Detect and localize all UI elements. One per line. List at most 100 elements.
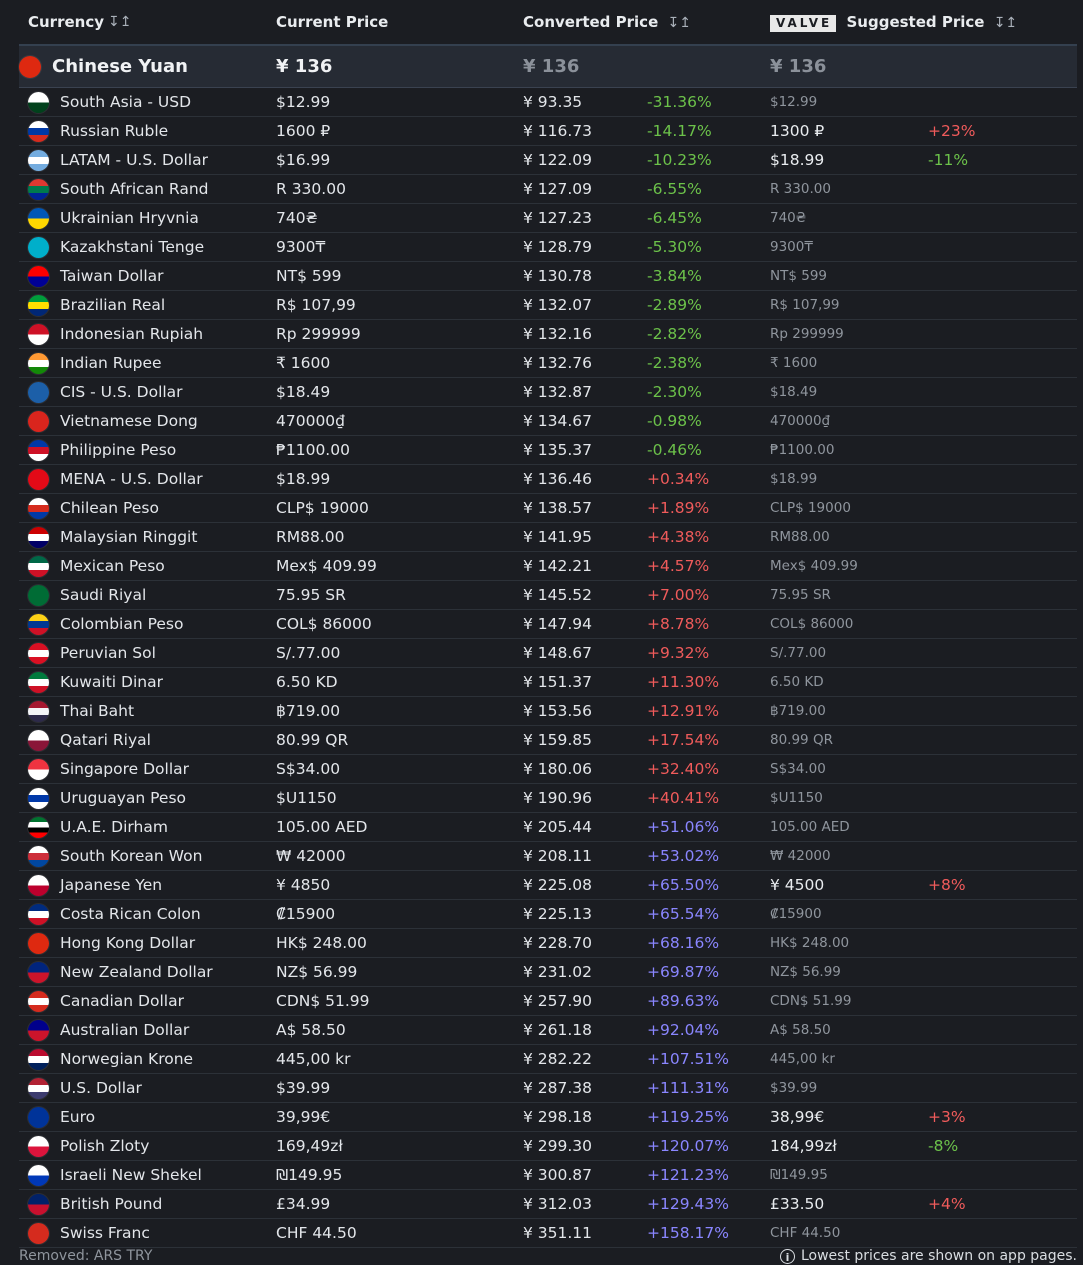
- converted-price: ¥ 128.79: [523, 238, 593, 256]
- price-diff: +119.25%: [647, 1108, 729, 1126]
- current-price-header-label: Current Price: [276, 13, 389, 31]
- suggested-diff: -11%: [928, 151, 969, 169]
- converted-price: ¥ 148.67: [523, 644, 593, 662]
- currency-cell: Uruguayan Peso: [19, 787, 276, 809]
- chile-flag-icon: [28, 497, 49, 519]
- converted-price: ¥ 153.56: [523, 702, 593, 720]
- currency-name: U.S. Dollar: [60, 1079, 142, 1097]
- current-price: ₹ 1600: [276, 354, 331, 372]
- price-diff: +68.16%: [647, 934, 720, 952]
- converted-price: ¥ 351.11: [523, 1224, 593, 1242]
- table-header: Currency ↧↥ Current Price Converted Pric…: [19, 0, 1077, 46]
- suggested-price: 1300 ₽: [770, 122, 825, 140]
- converted-price: ¥ 287.38: [523, 1079, 593, 1097]
- converted-price: ¥ 190.96: [523, 789, 593, 807]
- converted-price: ¥ 159.85: [523, 731, 593, 749]
- currency-cell: British Pound: [19, 1193, 276, 1215]
- malaysia-flag-icon: [28, 526, 49, 548]
- currency-name: South African Rand: [60, 180, 209, 198]
- currency-cell: Israeli New Shekel: [19, 1164, 276, 1186]
- currency-cell: Qatari Riyal: [19, 729, 276, 751]
- suggested-price: ₹ 1600: [770, 355, 818, 371]
- table-row: Malaysian Ringgit RM88.00 ¥ 141.95 +4.38% RM…: [19, 523, 1077, 552]
- kuwait-flag-icon: [28, 671, 49, 693]
- currency-cell: Australian Dollar: [19, 1019, 276, 1041]
- currency-cell: MENA - U.S. Dollar: [19, 468, 276, 490]
- currency-column-header[interactable]: Currency ↧↥: [19, 13, 276, 31]
- sort-icon[interactable]: ↧↥: [994, 15, 1017, 31]
- current-price: ₡15900: [276, 905, 336, 923]
- price-diff: -2.89%: [647, 296, 702, 314]
- price-diff: -31.36%: [647, 93, 712, 111]
- table-row: Canadian Dollar CDN$ 51.99 ¥ 257.90 +89.63%…: [19, 987, 1077, 1016]
- table-row: Mexican Peso Mex$ 409.99 ¥ 142.21 +4.57% Mex…: [19, 552, 1077, 581]
- suggested-price: 105.00 AED: [770, 819, 850, 835]
- currency-name: Mexican Peso: [60, 557, 165, 575]
- current-price: $18.49: [276, 383, 331, 401]
- currency-name: Malaysian Ringgit: [60, 528, 198, 546]
- price-diff: -6.45%: [647, 209, 702, 227]
- currency-name: Ukrainian Hryvnia: [60, 209, 199, 227]
- price-diff: +158.17%: [647, 1224, 729, 1242]
- china-flag-icon: [19, 55, 41, 78]
- currency-cell: Peruvian Sol: [19, 642, 276, 664]
- currency-name: Russian Ruble: [60, 122, 169, 140]
- current-price: $16.99: [276, 151, 331, 169]
- current-price: ₪149.95: [276, 1166, 343, 1184]
- price-diff: +9.32%: [647, 644, 710, 662]
- suggested-price: $18.99: [770, 151, 825, 169]
- table-row: South African Rand R 330.00 ¥ 127.09 -6.55%…: [19, 175, 1077, 204]
- table-row: Israeli New Shekel ₪149.95 ¥ 300.87 +121.23…: [19, 1161, 1077, 1190]
- sort-icon[interactable]: ↧↥: [667, 15, 690, 31]
- price-diff: +32.40%: [647, 760, 720, 778]
- table-row: Uruguayan Peso $U1150 ¥ 190.96 +40.41% $U115…: [19, 784, 1077, 813]
- suggested-price-column-header[interactable]: VALVE Suggested Price ↧↥: [770, 13, 1077, 32]
- poland-flag-icon: [28, 1135, 49, 1157]
- israel-flag-icon: [28, 1164, 49, 1186]
- suggested-diff: +8%: [928, 876, 966, 894]
- converted-price: ¥ 127.23: [523, 209, 593, 227]
- converted-price: ¥ 231.02: [523, 963, 593, 981]
- table-row: New Zealand Dollar NZ$ 56.99 ¥ 231.02 +69.8…: [19, 958, 1077, 987]
- info-icon: i: [779, 1248, 795, 1264]
- table-row: Singapore Dollar S$34.00 ¥ 180.06 +32.40% S$…: [19, 755, 1077, 784]
- suggested-price: ¥ 4500: [770, 876, 825, 894]
- table-row: MENA - U.S. Dollar $18.99 ¥ 136.46 +0.34% $1…: [19, 465, 1077, 494]
- table-row: Hong Kong Dollar HK$ 248.00 ¥ 228.70 +68.16…: [19, 929, 1077, 958]
- converted-price: ¥ 299.30: [523, 1137, 593, 1155]
- hong-kong-flag-icon: [28, 932, 49, 954]
- table-row: Brazilian Real R$ 107,99 ¥ 132.07 -2.89% R$ …: [19, 291, 1077, 320]
- currency-name: Colombian Peso: [60, 615, 184, 633]
- current-price: 740₴: [276, 209, 318, 227]
- price-diff: +7.00%: [647, 586, 710, 604]
- currency-name: South Korean Won: [60, 847, 203, 865]
- japan-flag-icon: [28, 874, 49, 896]
- suggested-price: 184,99zł: [770, 1137, 837, 1155]
- suggested-diff: +23%: [928, 122, 976, 140]
- currency-name: LATAM - U.S. Dollar: [60, 151, 208, 169]
- currency-cell: LATAM - U.S. Dollar: [19, 149, 276, 171]
- converted-price-column-header[interactable]: Converted Price ↧↥: [523, 13, 770, 31]
- currency-name: Kuwaiti Dinar: [60, 673, 163, 691]
- suggested-diff: +3%: [928, 1108, 966, 1126]
- suggested-price: NT$ 599: [770, 268, 827, 284]
- suggested-price: 740₴: [770, 210, 807, 226]
- currency-cell: South Asia - USD: [19, 91, 276, 113]
- currency-name: Peruvian Sol: [60, 644, 156, 662]
- currency-cell: Ukrainian Hryvnia: [19, 207, 276, 229]
- converted-price: ¥ 138.57: [523, 499, 593, 517]
- sort-icon[interactable]: ↧↥: [108, 14, 131, 30]
- currency-cell: Kazakhstani Tenge: [19, 236, 276, 258]
- converted-price: ¥ 93.35: [523, 93, 583, 111]
- price-diff: +120.07%: [647, 1137, 729, 1155]
- currency-name: Saudi Riyal: [60, 586, 147, 604]
- converted-price: ¥ 180.06: [523, 760, 593, 778]
- suggested-price: COL$ 86000: [770, 616, 854, 632]
- converted-price: ¥ 142.21: [523, 557, 593, 575]
- base-suggested-price: ¥ 136: [770, 56, 827, 77]
- table-footer: Removed: ARS TRY i Lowest prices are sho…: [19, 1248, 1077, 1265]
- currency-name: Canadian Dollar: [60, 992, 184, 1010]
- price-diff: +0.34%: [647, 470, 710, 488]
- currency-cell: Indian Rupee: [19, 352, 276, 374]
- philippines-flag-icon: [28, 439, 49, 461]
